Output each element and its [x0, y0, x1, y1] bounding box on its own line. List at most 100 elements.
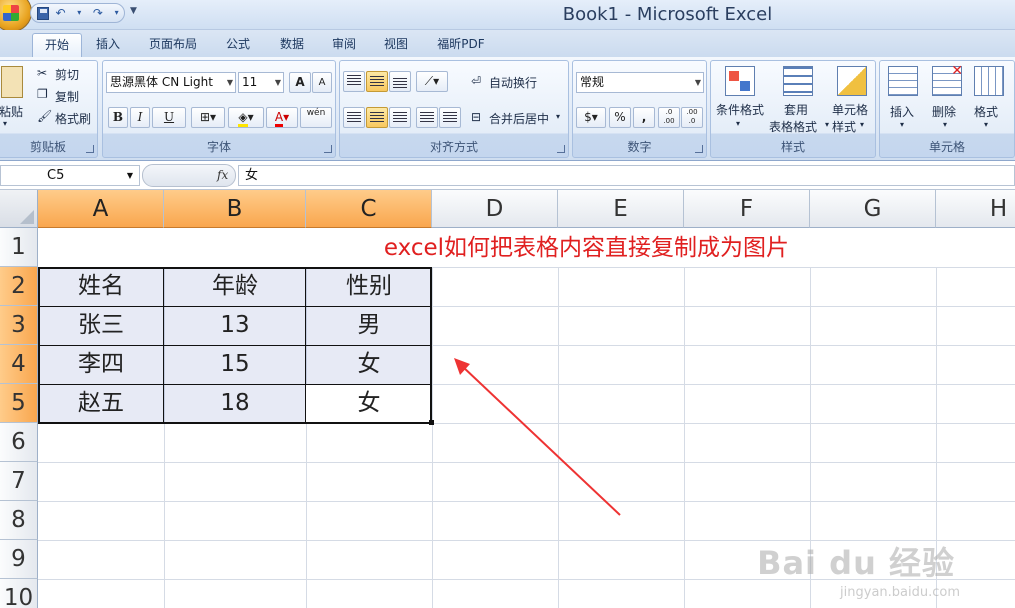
conditional-formatting-button[interactable]: 条件格式: [716, 101, 764, 118]
tab-foxit-pdf[interactable]: 福昕PDF: [430, 33, 492, 57]
phonetic-button[interactable]: wén: [300, 107, 332, 128]
row-header-1[interactable]: 1: [0, 228, 38, 267]
table-cell[interactable]: 女: [306, 384, 432, 423]
cells-group: 插入 ▾ ✕ 删除 ▾ 格式 ▾ 单元格: [879, 60, 1015, 158]
number-launcher-icon[interactable]: [695, 145, 703, 153]
orientation-button[interactable]: ⟋▾: [416, 71, 448, 92]
format-as-table-label-1[interactable]: 套用: [784, 101, 808, 118]
table-cell[interactable]: 李四: [38, 345, 164, 384]
formula-bar-controls: fx: [142, 164, 236, 187]
tab-data[interactable]: 数据: [272, 33, 312, 57]
align-bottom-button[interactable]: [389, 71, 411, 92]
title-cell[interactable]: excel如何把表格内容直接复制成为图片: [38, 229, 1015, 267]
table-cell[interactable]: 张三: [38, 306, 164, 345]
name-box[interactable]: C5 ▼: [0, 165, 140, 186]
grow-font-button[interactable]: A: [289, 72, 311, 93]
align-center-button[interactable]: [366, 107, 388, 128]
chevron-down-icon: ▼: [274, 78, 281, 87]
table-header-cell[interactable]: 年龄: [164, 267, 306, 306]
format-cells-button[interactable]: 格式: [974, 103, 998, 120]
insert-cells-button[interactable]: 插入: [890, 103, 914, 120]
align-top-button[interactable]: [343, 71, 365, 92]
select-all-button[interactable]: [0, 190, 38, 228]
underline-button[interactable]: U: [152, 107, 186, 128]
arrow-shaft: [461, 365, 621, 516]
font-launcher-icon[interactable]: [324, 145, 332, 153]
row-header-7[interactable]: 7: [0, 462, 38, 501]
decrease-decimal-button[interactable]: .00 .0: [681, 107, 703, 128]
column-header-b[interactable]: B: [164, 190, 306, 228]
shrink-font-button[interactable]: A: [312, 72, 332, 93]
copy-button[interactable]: 复制: [55, 88, 79, 105]
row-header-3[interactable]: 3: [0, 306, 38, 345]
font-name-select[interactable]: 思源黑体 CN Light ▼: [106, 72, 236, 93]
accounting-format-button[interactable]: $▾: [576, 107, 606, 128]
table-cell[interactable]: 15: [164, 345, 306, 384]
column-header-h[interactable]: H: [936, 190, 1015, 228]
tab-page-layout[interactable]: 页面布局: [142, 33, 204, 57]
cell-styles-label-1[interactable]: 单元格: [832, 101, 868, 118]
chevron-down-icon: ▾: [943, 120, 948, 129]
table-header-cell[interactable]: 性别: [306, 267, 432, 306]
align-middle-button[interactable]: [366, 71, 388, 92]
paste-dropdown-icon[interactable]: ▾: [3, 119, 7, 128]
column-header-d[interactable]: D: [432, 190, 558, 228]
align-right-button[interactable]: [389, 107, 411, 128]
row-header-10[interactable]: 10: [0, 579, 38, 608]
row-header-5[interactable]: 5: [0, 384, 38, 423]
table-cell[interactable]: 赵五: [38, 384, 164, 423]
insert-function-button[interactable]: fx: [217, 168, 228, 182]
row-header-9[interactable]: 9: [0, 540, 38, 579]
align-middle-icon: [370, 76, 384, 88]
align-left-button[interactable]: [343, 107, 365, 128]
cell-styles-button[interactable]: 样式: [832, 118, 856, 135]
wrap-text-button[interactable]: 自动换行: [489, 74, 537, 91]
fill-color-button[interactable]: ◈▾: [228, 107, 264, 128]
table-cell[interactable]: 18: [164, 384, 306, 423]
table-cell[interactable]: 13: [164, 306, 306, 345]
merge-center-icon: ⊟: [471, 110, 482, 124]
font-color-button[interactable]: A▾: [266, 107, 298, 128]
cut-button[interactable]: 剪切: [55, 66, 79, 83]
number-format-select[interactable]: 常规 ▼: [576, 72, 704, 93]
font-size-select[interactable]: 11 ▼: [238, 72, 284, 93]
column-header-c[interactable]: C: [306, 190, 432, 228]
borders-button[interactable]: ⊞▾: [191, 107, 225, 128]
increase-decimal-button[interactable]: .0 .00: [658, 107, 680, 128]
row-header-6[interactable]: 6: [0, 423, 38, 462]
row-header-2[interactable]: 2: [0, 267, 38, 306]
tab-home[interactable]: 开始: [32, 33, 82, 57]
tab-view[interactable]: 视图: [378, 33, 414, 57]
tab-review[interactable]: 审阅: [326, 33, 362, 57]
column-header-a[interactable]: A: [38, 190, 164, 228]
increase-indent-button[interactable]: [439, 107, 461, 128]
format-as-table-button[interactable]: 表格格式: [769, 118, 817, 135]
formula-input[interactable]: 女: [238, 165, 1015, 186]
row-header-8[interactable]: 8: [0, 501, 38, 540]
italic-button[interactable]: I: [130, 107, 150, 128]
column-header-g[interactable]: G: [810, 190, 936, 228]
paste-icon[interactable]: [1, 66, 23, 98]
paste-button[interactable]: 粘贴: [0, 103, 23, 120]
annotation-arrow-icon: [454, 358, 621, 516]
delete-cells-button[interactable]: 删除: [932, 103, 956, 120]
table-header-cell[interactable]: 姓名: [38, 267, 164, 306]
table-border: [38, 345, 432, 346]
row-header-4[interactable]: 4: [0, 345, 38, 384]
comma-button[interactable]: ,: [633, 107, 655, 128]
column-header-f[interactable]: F: [684, 190, 810, 228]
column-header-e[interactable]: E: [558, 190, 684, 228]
merge-center-button[interactable]: 合并后居中: [489, 110, 549, 127]
bold-button[interactable]: B: [108, 107, 128, 128]
percent-button[interactable]: %: [609, 107, 631, 128]
format-painter-button[interactable]: 格式刷: [55, 110, 91, 127]
decrease-indent-button[interactable]: [416, 107, 438, 128]
alignment-launcher-icon[interactable]: [557, 145, 565, 153]
fill-handle[interactable]: [429, 420, 434, 425]
table-cell[interactable]: 女: [306, 345, 432, 384]
merge-dropdown-icon[interactable]: ▾: [556, 112, 560, 121]
tab-insert[interactable]: 插入: [88, 33, 128, 57]
tab-formulas[interactable]: 公式: [220, 33, 256, 57]
clipboard-launcher-icon[interactable]: [86, 145, 94, 153]
table-cell[interactable]: 男: [306, 306, 432, 345]
